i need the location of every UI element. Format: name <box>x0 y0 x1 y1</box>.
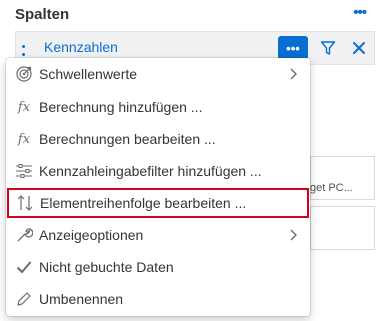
context-menu: Schwellenwerte fx Berechnung hinzufügen … <box>6 58 310 316</box>
measures-label[interactable]: Kennzahlen <box>44 39 118 55</box>
menu-item-label: Schwellenwerte <box>39 66 138 82</box>
menu-item-label: Berechnungen bearbeiten ... <box>39 131 216 147</box>
threshold-icon <box>15 65 33 83</box>
menu-item-label: Anzeigeoptionen <box>39 227 144 243</box>
header-more-button[interactable]: ••• <box>353 4 367 21</box>
close-icon[interactable] <box>349 37 369 59</box>
menu-item-label: Umbenennen <box>39 291 124 307</box>
pencil-icon <box>15 290 33 308</box>
sort-icon <box>16 194 34 212</box>
filter-icon[interactable] <box>318 37 338 59</box>
chevron-right-icon <box>288 67 300 81</box>
menu-item-edit-calculations[interactable]: fx Berechnungen bearbeiten ... <box>6 124 310 154</box>
menu-item-add-calculation[interactable]: fx Berechnung hinzufügen ... <box>6 92 310 122</box>
menu-item-thresholds[interactable]: Schwellenwerte <box>6 59 310 89</box>
menu-item-edit-member-order[interactable]: Elementreihenfolge bearbeiten ... <box>7 188 309 218</box>
menu-item-label: Nicht gebuchte Daten <box>39 259 174 275</box>
fx-icon: fx <box>17 131 31 147</box>
more-options-button[interactable]: ••• <box>278 36 308 60</box>
chevron-right-icon <box>288 228 300 242</box>
columns-header-title: Spalten <box>15 6 70 23</box>
filter-sliders-icon <box>15 162 33 180</box>
menu-item-rename[interactable]: Umbenennen <box>6 284 310 314</box>
menu-item-display-options[interactable]: Anzeigeoptionen <box>6 220 310 250</box>
menu-item-unbooked-data[interactable]: Nicht gebuchte Daten <box>6 252 310 282</box>
menu-item-label: Elementreihenfolge bearbeiten ... <box>40 195 247 211</box>
fx-icon: fx <box>17 99 31 115</box>
checkmark-icon <box>15 258 33 276</box>
background-card-2 <box>310 206 375 250</box>
menu-item-label: Kennzahleingabefilter hinzufügen ... <box>39 163 262 179</box>
wrench-icon <box>15 226 33 244</box>
menu-item-add-measure-input-filter[interactable]: Kennzahleingabefilter hinzufügen ... <box>6 156 310 186</box>
background-card-text: get PC... <box>310 182 353 194</box>
menu-item-label: Berechnung hinzufügen ... <box>39 99 203 115</box>
